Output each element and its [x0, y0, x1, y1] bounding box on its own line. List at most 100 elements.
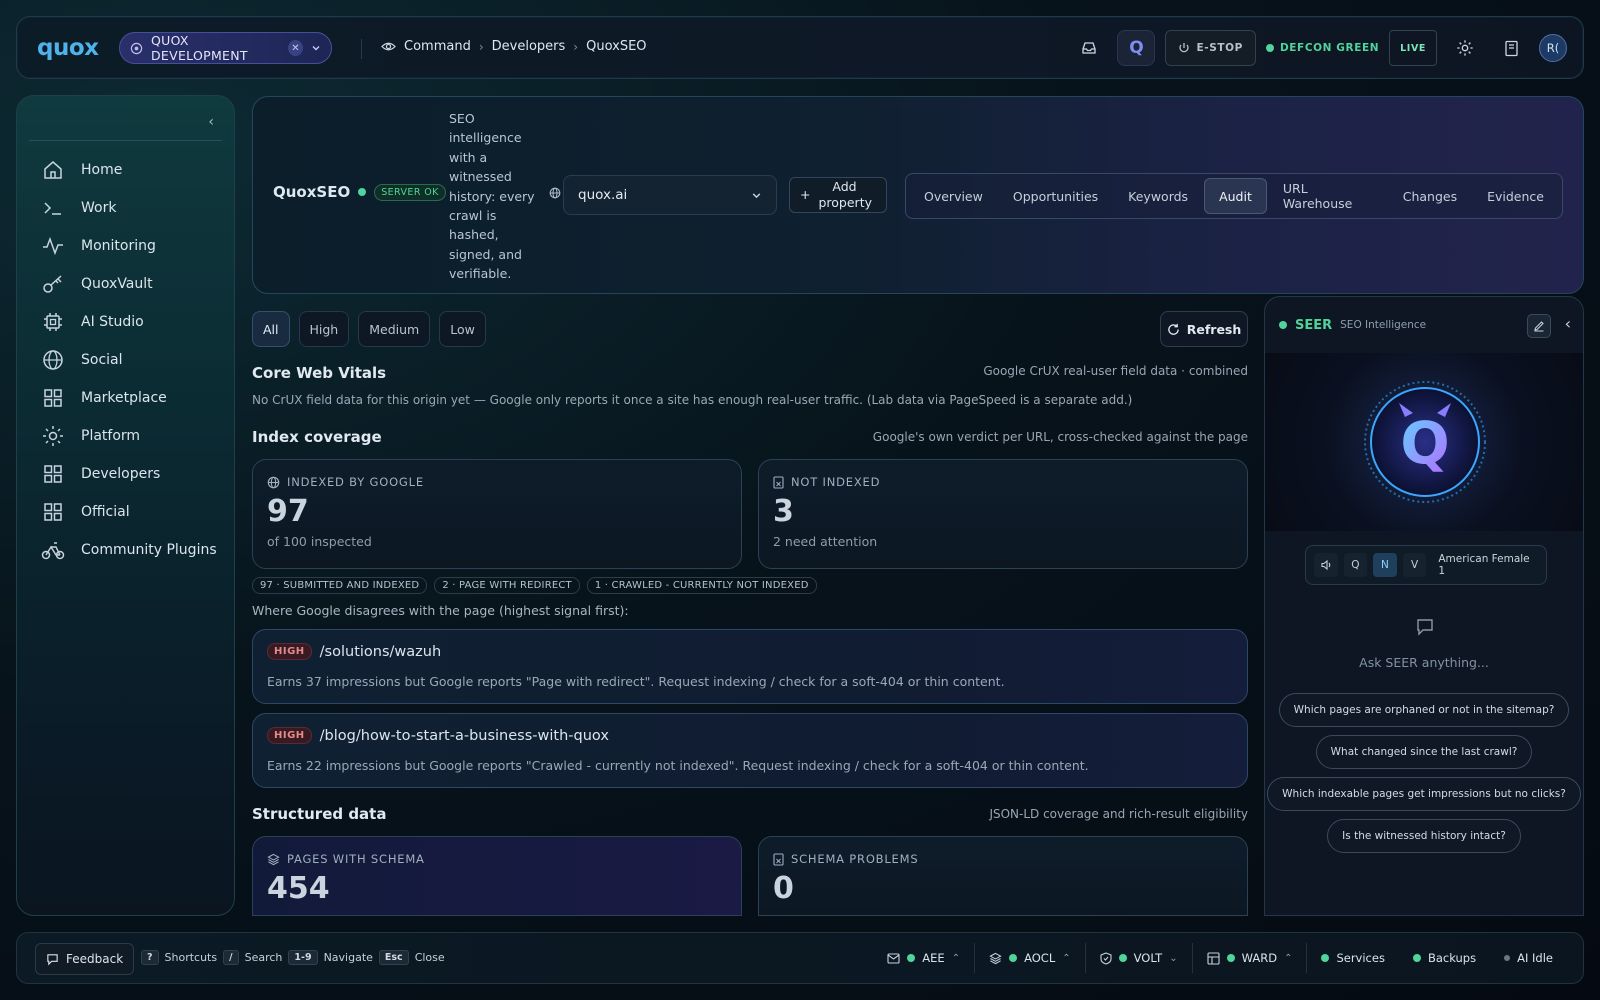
status-dot	[1226, 954, 1235, 962]
sidebar-item-community-plugins[interactable]: Community Plugins	[39, 531, 229, 569]
tab-opportunities[interactable]: Opportunities	[999, 178, 1112, 214]
voice-option-v[interactable]: V	[1402, 553, 1427, 577]
tab-overview[interactable]: Overview	[910, 178, 997, 214]
status-volt[interactable]: VOLT ⌄	[1084, 943, 1192, 973]
sidebar-item-platform[interactable]: Platform	[39, 417, 229, 455]
issue-card[interactable]: HIGH /blog/how-to-start-a-business-with-…	[252, 713, 1248, 788]
inbox-icon[interactable]	[1071, 30, 1107, 66]
sidebar-item-label: AI Studio	[81, 314, 144, 330]
stat-label-text: SCHEMA PROBLEMS	[791, 852, 919, 866]
coverage-chips: 97 · SUBMITTED AND INDEXED 2 · PAGE WITH…	[252, 577, 817, 594]
table-icon	[1207, 951, 1220, 965]
tab-evidence[interactable]: Evidence	[1473, 178, 1558, 214]
bike-icon	[41, 538, 65, 562]
home-icon	[41, 158, 65, 182]
voice-controls: Q N V American Female 1	[1305, 545, 1547, 585]
avatar[interactable]: R(	[1539, 34, 1567, 62]
status-backups[interactable]: Backups	[1399, 943, 1490, 973]
layers-icon	[267, 853, 280, 866]
voice-option-n[interactable]: N	[1373, 553, 1397, 577]
breadcrumb-command[interactable]: Command	[404, 39, 471, 54]
sidebar-item-work[interactable]: Work	[39, 189, 229, 227]
chevron-up-icon: ⌃	[1062, 952, 1071, 964]
severity-filters: All High Medium Low	[252, 311, 486, 347]
status-label: AOCL	[1024, 951, 1056, 965]
clear-environment-icon[interactable]: ✕	[288, 40, 303, 56]
breadcrumb-developers[interactable]: Developers	[492, 39, 566, 54]
feedback-label: Feedback	[66, 952, 124, 966]
sidebar-item-label: Marketplace	[81, 390, 167, 406]
layers-icon	[989, 952, 1002, 965]
svg-text:Q: Q	[1400, 409, 1449, 477]
kbd-label: Navigate	[323, 951, 373, 964]
sidebar-item-home[interactable]: Home	[39, 151, 229, 189]
suggestion-chip[interactable]: Is the witnessed history intact?	[1327, 819, 1521, 853]
coverage-chip[interactable]: 1 · CRAWLED - CURRENTLY NOT INDEXED	[586, 577, 817, 594]
divider	[29, 140, 222, 141]
sidebar-item-developers[interactable]: Developers	[39, 455, 229, 493]
suggestion-chip[interactable]: What changed since the last crawl?	[1315, 735, 1533, 769]
sidebar-item-official[interactable]: Official	[39, 493, 229, 531]
collapse-panel-icon[interactable]: ‹	[1565, 314, 1571, 333]
shield-icon	[1100, 951, 1112, 965]
issue-card[interactable]: HIGH /solutions/wazuh Earns 37 impressio…	[252, 629, 1248, 704]
sidebar-item-quoxvault[interactable]: QuoxVault	[39, 265, 229, 303]
sidebar-item-label: Home	[81, 162, 123, 178]
breadcrumb-quoxseo[interactable]: QuoxSEO	[586, 39, 646, 54]
tab-audit[interactable]: Audit	[1204, 178, 1267, 214]
sidebar-item-label: Official	[81, 504, 130, 520]
suggestion-row: What changed since the last crawl?	[1265, 735, 1583, 769]
voice-name[interactable]: American Female 1	[1438, 553, 1538, 577]
status-aee[interactable]: AEE ⌃	[873, 943, 974, 973]
gear-icon[interactable]	[1447, 30, 1483, 66]
environment-selector[interactable]: QUOX DEVELOPMENT ✕	[119, 32, 332, 64]
status-label: Backups	[1427, 951, 1477, 965]
feedback-button[interactable]: Feedback	[35, 943, 135, 975]
coverage-chip[interactable]: 97 · SUBMITTED AND INDEXED	[252, 577, 428, 594]
tab-url-warehouse[interactable]: URL Warehouse	[1269, 178, 1387, 214]
stat-label: PAGES WITH SCHEMA	[267, 852, 425, 866]
quox-logo[interactable]: quox	[37, 35, 99, 61]
tab-keywords[interactable]: Keywords	[1114, 178, 1202, 214]
add-property-button[interactable]: + Add property	[789, 177, 887, 213]
globe-icon	[267, 476, 280, 489]
seer-avatar-area: Q	[1265, 353, 1583, 531]
tab-changes[interactable]: Changes	[1389, 178, 1471, 214]
chevron-down-icon[interactable]	[311, 43, 321, 53]
filter-low[interactable]: Low	[439, 311, 486, 347]
collapse-sidebar-icon[interactable]: ‹	[208, 114, 214, 130]
filter-medium[interactable]: Medium	[358, 311, 431, 347]
sidebar-item-monitoring[interactable]: Monitoring	[39, 227, 229, 265]
suggestion-chip[interactable]: Which pages are orphaned or not in the s…	[1278, 693, 1570, 727]
suggestion-chip[interactable]: Which indexable pages get impressions bu…	[1267, 777, 1581, 811]
filter-all[interactable]: All	[252, 311, 290, 347]
estop-button[interactable]: E-STOP	[1165, 30, 1256, 66]
sidebar-item-marketplace[interactable]: Marketplace	[39, 379, 229, 417]
status-aocl[interactable]: AOCL ⌃	[974, 943, 1085, 973]
book-icon[interactable]	[1493, 30, 1529, 66]
coverage-chip[interactable]: 2 · PAGE WITH REDIRECT	[434, 577, 580, 594]
sidebar-item-social[interactable]: Social	[39, 341, 229, 379]
breadcrumb: Command › Developers › QuoxSEO	[381, 39, 647, 54]
suggestion-row: Is the witnessed history intact?	[1265, 819, 1583, 853]
status-services[interactable]: Services	[1306, 943, 1399, 973]
plus-icon: +	[800, 187, 811, 202]
ask-seer-prompt[interactable]: Ask SEER anything...	[1265, 655, 1583, 670]
status-ai-idle[interactable]: AI Idle	[1490, 943, 1567, 973]
property-select[interactable]: quox.ai	[563, 175, 777, 215]
issue-path[interactable]: /solutions/wazuh	[320, 644, 441, 660]
key-icon	[41, 272, 65, 296]
stat-card-not-indexed: NOT INDEXED 3 2 need attention	[758, 459, 1248, 569]
seer-panel: SEER SEO Intelligence ‹ Q Q N V American…	[1264, 296, 1584, 916]
edit-icon[interactable]	[1527, 314, 1551, 338]
sidebar-item-ai-studio[interactable]: AI Studio	[39, 303, 229, 341]
issue-path[interactable]: /blog/how-to-start-a-business-with-quox	[320, 728, 609, 744]
filter-high[interactable]: High	[298, 311, 350, 347]
quox-assistant-button[interactable]: Q	[1117, 30, 1156, 66]
voice-option-q[interactable]: Q	[1343, 553, 1368, 577]
defcon-status: DEFCON GREEN	[1265, 42, 1379, 54]
live-badge[interactable]: LIVE	[1389, 30, 1437, 66]
refresh-button[interactable]: Refresh	[1160, 311, 1248, 347]
speaker-icon[interactable]	[1314, 553, 1338, 577]
status-ward[interactable]: WARD ⌃	[1191, 943, 1307, 973]
